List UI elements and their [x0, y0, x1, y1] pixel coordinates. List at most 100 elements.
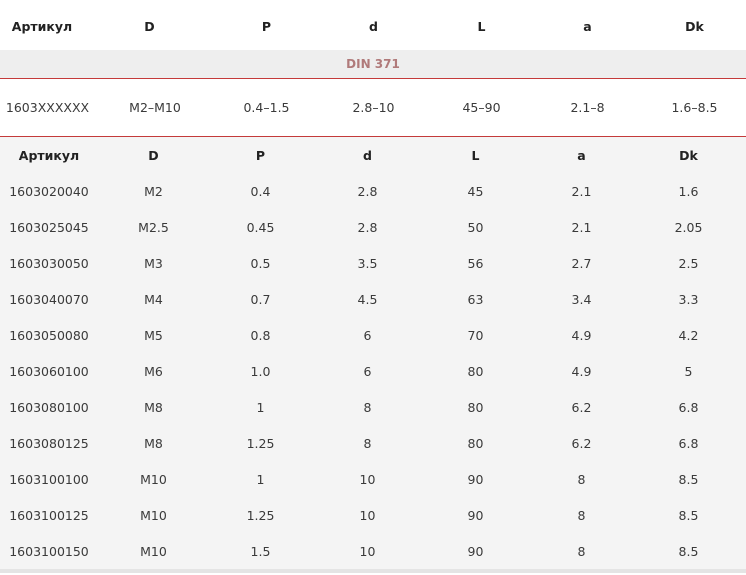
table-cell: 80: [467, 435, 484, 451]
table-cell: 1603030050: [9, 255, 89, 271]
table-cell: 45: [467, 183, 484, 199]
table-bottom-border: [0, 569, 746, 573]
table-cell: 4.9: [571, 363, 592, 379]
group-header-row: DIN 371: [0, 50, 746, 79]
table-cell: M8: [144, 435, 163, 451]
table-cell: M10: [140, 471, 167, 487]
table-cell: M3: [144, 255, 163, 271]
header-dk: Dk: [685, 18, 704, 34]
group-label: DIN 371: [346, 57, 400, 71]
table-row: 1603040070 M4 0.7 4.5 63 3.4 3.3: [0, 281, 746, 317]
header-d-minor: d: [369, 18, 378, 34]
table-cell: 1: [256, 399, 265, 415]
table-cell: 2.8: [357, 183, 378, 199]
table-cell: 4.2: [678, 327, 699, 343]
detail-header-a: a: [577, 147, 586, 163]
table-cell: 80: [467, 399, 484, 415]
table-cell: 80: [467, 363, 484, 379]
detail-header-d-minor: d: [363, 147, 372, 163]
table-cell: M4: [144, 291, 163, 307]
table-cell: 8: [577, 507, 586, 523]
table-cell: 1603100150: [9, 543, 89, 559]
table-row: 1603100125 M10 1.25 10 90 8 8.5: [0, 497, 746, 533]
table-cell: 0.8: [250, 327, 271, 343]
table-cell: 8: [363, 435, 372, 451]
table-cell: 3.4: [571, 291, 592, 307]
table-cell: 8: [363, 399, 372, 415]
summary-d-minor: 2.8–10: [352, 100, 395, 115]
detail-header-d-major: D: [148, 147, 159, 163]
table-cell: 10: [359, 543, 376, 559]
table-cell: 6.8: [678, 435, 699, 451]
detail-header-article: Артикул: [18, 147, 80, 163]
table-cell: 6.2: [571, 399, 592, 415]
table-cell: 8: [577, 471, 586, 487]
table-cell: 3.3: [678, 291, 699, 307]
table-cell: 1603080125: [9, 435, 89, 451]
table-cell: 4.5: [357, 291, 378, 307]
table-cell: 2.5: [678, 255, 699, 271]
table-cell: M6: [144, 363, 163, 379]
table-cell: 8: [577, 543, 586, 559]
product-spec-table: Артикул D P d L a Dk DIN 371 1603XXXXXX …: [0, 0, 746, 573]
table-row: 1603020040 M2 0.4 2.8 45 2.1 1.6: [0, 173, 746, 209]
table-cell: 2.8: [357, 219, 378, 235]
summary-article: 1603XXXXXX: [5, 100, 90, 115]
table-cell: 70: [467, 327, 484, 343]
table-cell: 2.1: [571, 183, 592, 199]
table-cell: 1603100100: [9, 471, 89, 487]
table-cell: 0.5: [250, 255, 271, 271]
table-cell: 10: [359, 471, 376, 487]
detail-table: Артикул D P d L a Dk 1603020040 M2 0.4 2.8 4…: [0, 137, 746, 573]
table-cell: 1603020040: [9, 183, 89, 199]
table-row: 1603050080 M5 0.8 6 70 4.9 4.2: [0, 317, 746, 353]
table-cell: 4.9: [571, 327, 592, 343]
table-cell: 2.05: [674, 219, 703, 235]
table-row: 1603025045 M2.5 0.45 2.8 50 2.1 2.05: [0, 209, 746, 245]
header-d-major: D: [144, 18, 155, 34]
table-cell: 5: [684, 363, 693, 379]
table-cell: 2.7: [571, 255, 592, 271]
summary-p: 0.4–1.5: [243, 100, 290, 115]
summary-a: 2.1–8: [570, 100, 605, 115]
table-cell: 90: [467, 507, 484, 523]
table-cell: 6.8: [678, 399, 699, 415]
table-cell: 0.4: [250, 183, 271, 199]
summary-dk: 1.6–8.5: [671, 100, 718, 115]
table-cell: 1.25: [246, 507, 275, 523]
table-cell: M2: [144, 183, 163, 199]
table-cell: M10: [140, 543, 167, 559]
table-row: 1603030050 M3 0.5 3.5 56 2.7 2.5: [0, 245, 746, 281]
table-cell: 6: [363, 363, 372, 379]
table-cell: 50: [467, 219, 484, 235]
table-cell: 63: [467, 291, 484, 307]
table-cell: 1603080100: [9, 399, 89, 415]
table-cell: 6.2: [571, 435, 592, 451]
header-l: L: [477, 18, 486, 34]
header-a: a: [583, 18, 592, 34]
table-cell: 6: [363, 327, 372, 343]
table-cell: M8: [144, 399, 163, 415]
table-cell: 1603040070: [9, 291, 89, 307]
detail-header-row: Артикул D P d L a Dk: [0, 137, 746, 173]
detail-header-p: P: [255, 147, 266, 163]
table-cell: M10: [140, 507, 167, 523]
table-cell: 1603050080: [9, 327, 89, 343]
table-row: 1603080100 M8 1 8 80 6.2 6.8: [0, 389, 746, 425]
table-cell: M2.5: [138, 219, 169, 235]
table-cell: 90: [467, 471, 484, 487]
detail-header-dk: Dk: [679, 147, 698, 163]
table-cell: 0.7: [250, 291, 271, 307]
table-cell: 2.1: [571, 219, 592, 235]
table-cell: 3.5: [357, 255, 378, 271]
header-article: Артикул: [11, 18, 73, 34]
table-row: 1603060100 M6 1.0 6 80 4.9 5: [0, 353, 746, 389]
table-cell: 1: [256, 471, 265, 487]
summary-l: 45–90: [462, 100, 501, 115]
table-cell: 1.5: [250, 543, 271, 559]
table-cell: 0.45: [246, 219, 275, 235]
table-cell: 56: [467, 255, 484, 271]
table-cell: 1603025045: [9, 219, 89, 235]
summary-d-major: M2–M10: [129, 100, 181, 115]
table-row: 1603100100 M10 1 10 90 8 8.5: [0, 461, 746, 497]
